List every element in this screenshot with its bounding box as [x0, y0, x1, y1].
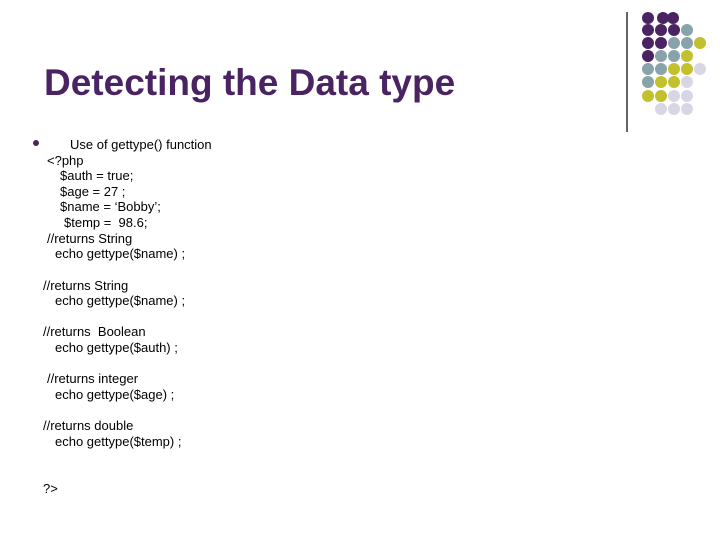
code-line: ?>: [43, 481, 58, 496]
bullet-dot-icon: [33, 140, 39, 146]
code-line: //returns Boolean: [43, 324, 146, 339]
dot: [655, 50, 667, 62]
dot: [655, 103, 667, 115]
code-line: echo gettype($name) ;: [55, 293, 186, 308]
dot: [668, 63, 680, 75]
decorative-divider: [626, 12, 628, 132]
dot: [668, 37, 680, 49]
dot: [681, 90, 693, 102]
dot: [642, 37, 654, 49]
dot: [655, 24, 667, 36]
dot: [655, 90, 667, 102]
dot: [642, 12, 654, 24]
dot: [668, 76, 680, 88]
code-line: $name = ‘Bobby’;: [60, 199, 161, 214]
dot: [642, 76, 654, 88]
dot: [694, 63, 706, 75]
dot: [655, 76, 667, 88]
dot: [681, 50, 693, 62]
code-line: //returns String: [47, 231, 133, 246]
dot: [681, 76, 693, 88]
slide: Detecting the Data type Use of gettype()…: [0, 0, 720, 540]
dot: [655, 63, 667, 75]
code-line: //returns String: [43, 278, 129, 293]
code-line: echo gettype($age) ;: [55, 387, 175, 402]
code-line: echo gettype($auth) ;: [55, 340, 178, 355]
code-line: <?php: [47, 153, 84, 168]
dot: [681, 103, 693, 115]
code-line: //returns double: [43, 418, 134, 433]
dot: [668, 90, 680, 102]
dot: [667, 12, 679, 24]
code-line: $temp = 98.6;: [64, 215, 148, 230]
dot: [668, 103, 680, 115]
code-line: echo gettype($name) ;: [55, 246, 186, 261]
bullet-text: Use of gettype() function: [70, 137, 212, 152]
dot: [681, 63, 693, 75]
dot: [642, 50, 654, 62]
dot: [655, 37, 667, 49]
dot: [668, 24, 680, 36]
dot: [668, 50, 680, 62]
code-line: $age = 27 ;: [60, 184, 126, 199]
code-line: //returns integer: [47, 371, 139, 386]
code-line: echo gettype($temp) ;: [55, 434, 182, 449]
dot: [681, 37, 693, 49]
dot: [642, 90, 654, 102]
dot: [681, 24, 693, 36]
code-line: $auth = true;: [60, 168, 134, 183]
slide-title: Detecting the Data type: [44, 62, 456, 103]
dot: [694, 37, 706, 49]
dot: [657, 12, 669, 24]
dot: [642, 63, 654, 75]
dot: [642, 24, 654, 36]
